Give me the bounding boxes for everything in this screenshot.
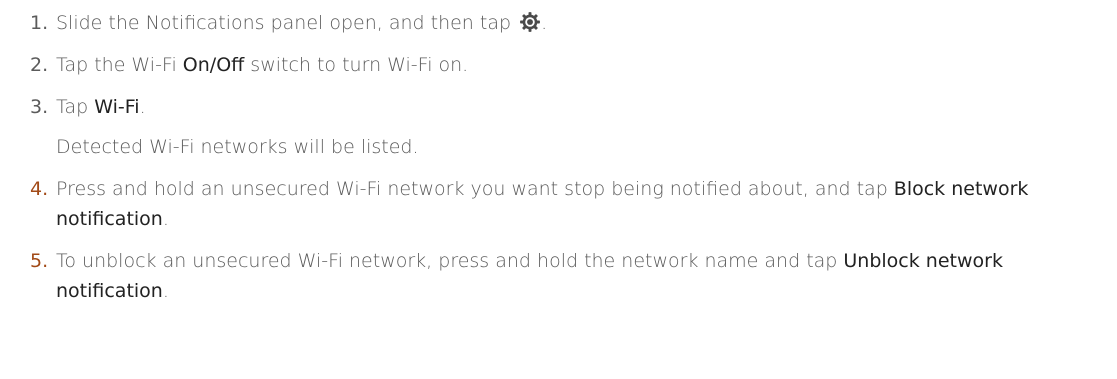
step-text: Slide the Notifications panel open, and … bbox=[56, 8, 1110, 38]
ui-term-on-off: On/Off bbox=[182, 54, 245, 76]
instruction-steps: 1. Slide the Notifications panel open, a… bbox=[30, 8, 1110, 306]
step-text-after: switch to turn Wi-Fi on. bbox=[244, 54, 469, 76]
ui-term-wifi: Wi-Fi bbox=[94, 96, 140, 118]
step-text-before: To unblock an unsecured Wi-Fi network, p… bbox=[56, 250, 844, 272]
step-3: 3. Tap Wi-Fi. Detected Wi-Fi networks wil… bbox=[30, 92, 1110, 162]
step-1: 1. Slide the Notifications panel open, a… bbox=[30, 8, 1110, 38]
step-text-before: Tap bbox=[56, 96, 95, 118]
step-note: Detected Wi-Fi networks will be listed. bbox=[56, 136, 419, 158]
step-text-after: . bbox=[139, 96, 146, 118]
step-number: 3. bbox=[30, 96, 49, 118]
step-text-after: . bbox=[541, 12, 548, 34]
step-text-before: Slide the Notifications panel open, and … bbox=[56, 12, 518, 34]
step-text: Press and hold an unsecured Wi-Fi networ… bbox=[56, 174, 1110, 234]
step-text: Tap Wi-Fi. Detected Wi-Fi networks will b… bbox=[56, 92, 1110, 162]
settings-gear-icon bbox=[520, 12, 540, 32]
step-text-before: Tap the Wi-Fi bbox=[56, 54, 183, 76]
step-text: To unblock an unsecured Wi-Fi network, p… bbox=[56, 246, 1110, 306]
step-text: Tap the Wi-Fi On/Off switch to turn Wi-F… bbox=[56, 50, 1110, 80]
step-5: 5. To unblock an unsecured Wi-Fi network… bbox=[30, 246, 1110, 306]
step-number: 1. bbox=[30, 12, 49, 34]
step-text-after: . bbox=[162, 280, 169, 302]
step-number: 5. bbox=[30, 250, 49, 272]
step-text-before: Press and hold an unsecured Wi-Fi networ… bbox=[56, 178, 894, 200]
step-2: 2. Tap the Wi-Fi On/Off switch to turn W… bbox=[30, 50, 1110, 80]
step-number: 4. bbox=[30, 178, 49, 200]
step-text-after: . bbox=[162, 208, 169, 230]
step-4: 4. Press and hold an unsecured Wi-Fi net… bbox=[30, 174, 1110, 234]
step-number: 2. bbox=[30, 54, 49, 76]
